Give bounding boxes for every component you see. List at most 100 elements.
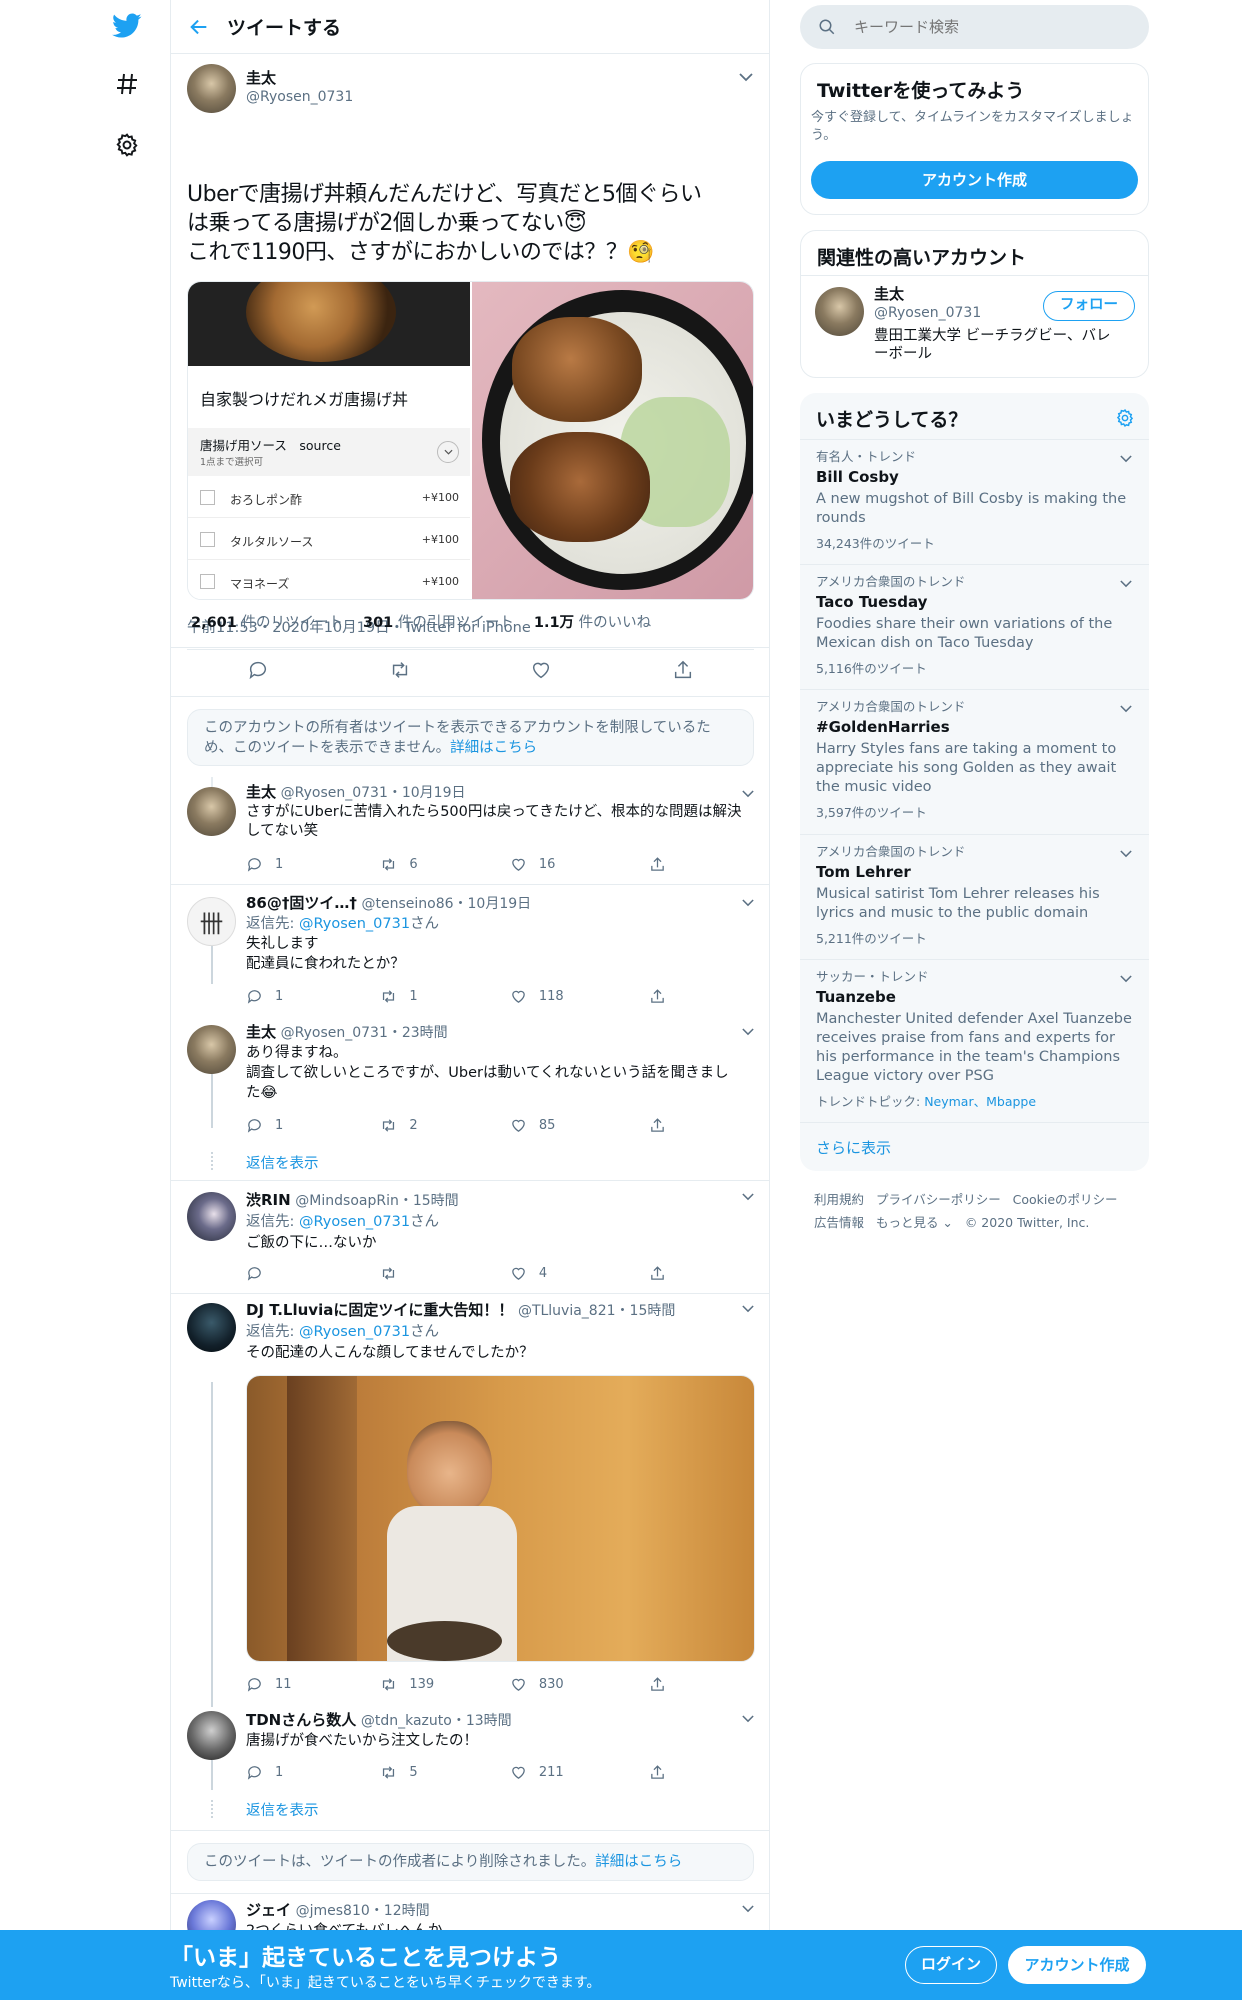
learn-more-link[interactable]: 詳細はこちら <box>595 1854 682 1870</box>
like-button[interactable]: 4 <box>510 1265 649 1282</box>
author-handle[interactable]: @Ryosen_0731 <box>246 89 353 105</box>
restricted-notice: このアカウントの所有者はツイートを表示できるアカウントを制限しているた め、この… <box>187 709 754 766</box>
share-button[interactable] <box>649 1265 666 1282</box>
reply-icon <box>247 857 261 872</box>
mention-link[interactable]: @Ryosen_0731 <box>299 916 410 932</box>
reply-button[interactable]: 1 <box>246 988 380 1005</box>
reply-icon[interactable] <box>247 659 269 685</box>
settings-gear-icon[interactable] <box>1115 408 1135 432</box>
footer-link[interactable]: 広告情報 <box>814 1215 864 1230</box>
quote-count[interactable]: 301 件の引用ツイート <box>363 611 514 632</box>
avatar[interactable]: 卌 <box>187 897 236 946</box>
retweet-button[interactable]: 5 <box>380 1764 510 1781</box>
footer-link[interactable]: プライバシーポリシー <box>876 1192 1001 1207</box>
share-icon[interactable] <box>672 659 694 685</box>
avatar[interactable] <box>187 1303 236 1352</box>
share-button[interactable] <box>649 856 666 873</box>
header: ツイートする <box>171 0 769 54</box>
menu-screenshot[interactable]: 自家製つけだれメガ唐揚げ丼 唐揚げ用ソース source 1点まで選択可 おろし… <box>188 282 471 599</box>
tweet-media[interactable]: 自家製つけだれメガ唐揚げ丼 唐揚げ用ソース source 1点まで選択可 おろし… <box>187 281 754 600</box>
reply-tweet[interactable]: TDNさんら数人 @tdn_kazuto・13時間 唐揚げが食べたいから注文した… <box>171 1708 769 1831</box>
retweet-button[interactable]: 1 <box>380 988 510 1005</box>
show-replies-link[interactable]: 返信を表示 <box>246 1799 319 1820</box>
avatar[interactable] <box>187 1192 236 1241</box>
gear-icon[interactable] <box>110 128 144 162</box>
chevron-down-icon[interactable] <box>1117 575 1135 593</box>
twitter-logo-icon[interactable] <box>110 9 144 43</box>
trend-item[interactable]: アメリカ合衆国のトレンド Taco Tuesday Foodies share … <box>800 564 1149 689</box>
avatar[interactable] <box>187 1711 236 1760</box>
like-icon <box>512 1267 525 1280</box>
retweet-button[interactable]: 6 <box>380 856 510 873</box>
signup-button[interactable]: アカウント作成 <box>1008 1946 1146 1984</box>
karaage-bowl-photo[interactable] <box>470 282 753 599</box>
search-bar[interactable] <box>800 5 1149 49</box>
chevron-down-icon[interactable] <box>1117 845 1135 863</box>
trend-list: 有名人・トレンド Bill Cosby A new mugshot of Bil… <box>800 439 1149 1171</box>
reply-tweet[interactable]: 圭太 @Ryosen_0731・10月19日 さすがにUberに苦情入れたら50… <box>171 783 769 885</box>
share-button[interactable] <box>649 988 666 1005</box>
share-button[interactable] <box>649 1764 666 1781</box>
follow-button[interactable]: フォロー <box>1043 291 1135 321</box>
like-button[interactable]: 85 <box>510 1117 649 1134</box>
retweet-count[interactable]: 2,601 件のリツイート <box>191 611 343 632</box>
avatar[interactable] <box>815 287 864 336</box>
reply-photo[interactable] <box>246 1375 755 1662</box>
chevron-down-icon[interactable] <box>737 68 755 86</box>
like-button[interactable]: 830 <box>510 1676 649 1693</box>
learn-more-link[interactable]: 詳細はこちら <box>450 740 537 756</box>
footer-link[interactable]: もっと見る ⌄ <box>876 1215 953 1230</box>
create-account-button[interactable]: アカウント作成 <box>811 161 1138 199</box>
hashtag-icon[interactable] <box>110 67 144 101</box>
trend-item[interactable]: サッカー・トレンド Tuanzebe Manchester United def… <box>800 959 1149 1122</box>
show-more[interactable]: さらに表示 <box>800 1122 1149 1171</box>
trend-item[interactable]: アメリカ合衆国のトレンド #GoldenHarries Harry Styles… <box>800 689 1149 834</box>
deleted-notice: このツイートは、ツイートの作成者により削除されました。詳細はこちら <box>187 1843 754 1881</box>
reply-tweet[interactable]: 圭太 @Ryosen_0731・23時間 あり得ますね。 調査して欲しいところで… <box>171 1021 769 1181</box>
menu-title: 自家製つけだれメガ唐揚げ丼 <box>200 390 409 409</box>
reply-button[interactable] <box>246 1265 380 1282</box>
trend-item[interactable]: 有名人・トレンド Bill Cosby A new mugshot of Bil… <box>800 439 1149 564</box>
footer: 利用規約 プライバシーポリシー Cookieのポリシー 広告情報 もっと見る ⌄… <box>814 1188 1144 1234</box>
reply-button[interactable]: 11 <box>246 1676 380 1693</box>
reply-actions: 4 <box>246 1262 666 1284</box>
reply-tweet[interactable]: DJ T.Lluviaに固定ツイに重大告知！！ @TLluvia_821・15時… <box>171 1298 769 1698</box>
mention-link[interactable]: @Ryosen_0731 <box>299 1214 410 1230</box>
trend-item[interactable]: アメリカ合衆国のトレンド Tom Lehrer Musical satirist… <box>800 834 1149 959</box>
back-button[interactable] <box>171 16 227 38</box>
footer-link[interactable]: Cookieのポリシー <box>1013 1192 1118 1207</box>
reply-tweet[interactable]: 卌 86@†固ツイ…† @tenseino86・10月19日 返信先: @Ryo… <box>171 892 769 1017</box>
avatar[interactable] <box>187 787 236 836</box>
reply-button[interactable]: 1 <box>246 1764 380 1781</box>
like-button[interactable]: 211 <box>510 1764 649 1781</box>
retweet-icon[interactable] <box>389 659 411 685</box>
like-icon[interactable] <box>530 659 552 685</box>
chevron-down-icon[interactable] <box>1117 970 1135 988</box>
like-icon <box>512 1119 525 1132</box>
retweet-button[interactable] <box>380 1265 510 1282</box>
like-button[interactable]: 16 <box>510 856 649 873</box>
trend-topic-links[interactable]: Neymar、Mbappe <box>924 1094 1036 1109</box>
retweet-button[interactable]: 2 <box>380 1117 510 1134</box>
share-button[interactable] <box>649 1676 666 1693</box>
main-column: ツイートする 圭太 @Ryosen_0731 Uberで唐揚げ丼頼んだんだけど、… <box>170 0 770 2000</box>
chevron-down-icon[interactable] <box>1117 700 1135 718</box>
avatar[interactable] <box>187 1025 236 1074</box>
search-input[interactable] <box>854 18 1114 36</box>
footer-link[interactable]: 利用規約 <box>814 1192 864 1207</box>
author-name[interactable]: 圭太 <box>246 67 353 88</box>
food-photo-strip <box>188 282 470 366</box>
reply-tweet[interactable]: 渋RIN @MindsoapRin・15時間 返信先: @Ryosen_0731… <box>171 1186 769 1294</box>
chevron-down-icon[interactable] <box>1117 450 1135 468</box>
retweet-button[interactable]: 139 <box>380 1676 510 1693</box>
checkbox <box>200 532 215 547</box>
avatar[interactable] <box>187 64 236 113</box>
like-count[interactable]: 1.1万 件のいいね <box>534 611 651 632</box>
login-button[interactable]: ログイン <box>905 1946 997 1984</box>
share-button[interactable] <box>649 1117 666 1134</box>
mention-link[interactable]: @Ryosen_0731 <box>299 1324 410 1340</box>
reply-button[interactable]: 1 <box>246 856 380 873</box>
reply-button[interactable]: 1 <box>246 1117 380 1134</box>
like-button[interactable]: 118 <box>510 988 649 1005</box>
show-replies-link[interactable]: 返信を表示 <box>246 1152 319 1173</box>
